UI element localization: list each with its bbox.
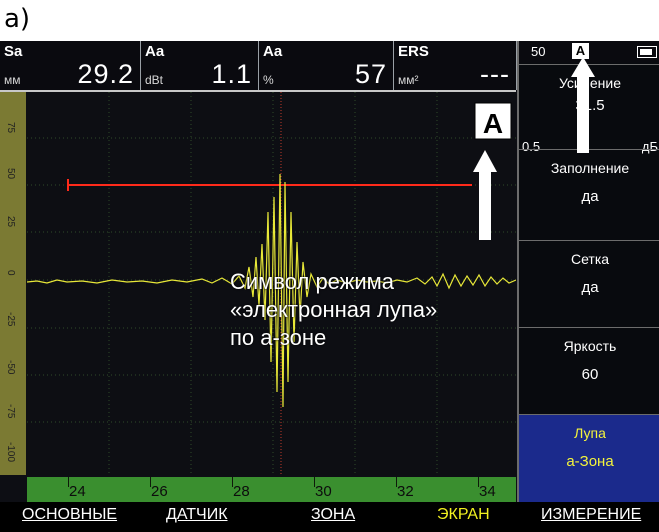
zoom-label: Лупа [574,425,606,441]
annotation-callout: Символ режима «электронная лупа» по а-зо… [230,268,520,352]
brightness-value: 60 [581,366,599,383]
fill-setting[interactable]: Заполнение да [519,149,659,241]
brightness-setting[interactable]: Яркость 60 [519,327,659,414]
measurement-value: 29.2 [77,59,134,89]
x-tick-label: 28 [233,483,250,500]
y-tick-label: 0 [5,270,16,276]
menu-measurement[interactable]: ИЗМЕРЕНИЕ [541,506,641,524]
grid-label: Сетка [570,251,610,267]
grid-value: да [581,279,599,296]
measurement-name: Aa [145,43,165,60]
measurement-unit: dBt [145,73,164,87]
callout-line: по а-зоне [230,325,327,350]
measurement-value: 57 [354,59,387,89]
side-panel: 50 A Усиление 31.5 0.5 дБ Заполнение да … [517,41,659,503]
menu-zone[interactable]: ЗОНА [311,506,355,524]
callout-line: «электронная лупа» [230,297,438,322]
fill-value: да [581,188,599,205]
y-axis-scale: 75 50 25 0 -25 -50 -75 -100 [0,92,26,475]
measurement-aa-percent: Aa % 57 [259,41,394,90]
grid-setting[interactable]: Сетка да [519,240,659,327]
y-tick-label: 75 [5,122,16,134]
y-tick-label: -100 [5,442,16,463]
x-tick-label: 30 [315,483,332,500]
zoom-mode-symbol: A [483,108,503,139]
measurement-aa-db: Aa dBt 1.1 [141,41,259,90]
callout-line: Символ режима [230,269,395,294]
measurement-value: 1.1 [211,59,252,89]
menu-basic[interactable]: ОСНОВНЫЕ [22,506,117,524]
callout-arrow-head-icon [473,150,497,172]
y-tick-label: -75 [5,404,16,419]
measurement-unit: мм [4,73,21,87]
zoom-setting[interactable]: Лупа а-Зона [519,414,659,503]
figure-label: а) [4,4,31,34]
x-tick-label: 34 [479,483,496,500]
brightness-label: Яркость [563,338,617,354]
measurement-name: Sa [4,43,23,60]
x-axis-scale: 24 26 28 30 32 34 [27,477,516,502]
x-tick-label: 26 [151,483,168,500]
measurement-unit: мм² [398,73,419,87]
measurement-ers: ERS мм² --- [394,41,517,90]
y-tick-label: 25 [5,216,16,228]
menu-screen[interactable]: ЭКРАН [437,506,490,524]
x-tick-label: 32 [397,483,414,500]
measurement-sa: Sa мм 29.2 [0,41,141,90]
battery-icon [637,46,657,58]
y-tick-label: -25 [5,312,16,327]
bottom-menu: ОСНОВНЫЕ ДАТЧИК ЗОНА ЭКРАН ИЗМЕРЕНИЕ [0,502,659,532]
measurement-unit: % [263,73,274,87]
menu-probe[interactable]: ДАТЧИК [166,506,228,524]
y-tick-label: 50 [5,168,16,180]
zoom-value: а-Зона [566,453,614,470]
gain-step-indicator: 50 [531,44,546,59]
y-tick-label: -50 [5,360,16,375]
callout-arrow-shaft [479,172,491,240]
fill-label: Заполнение [550,160,630,176]
measurement-value: --- [480,59,510,89]
side-arrow-svg [571,57,595,153]
x-tick-label: 24 [69,483,86,500]
measurement-name: Aa [263,43,283,60]
measurement-name: ERS [398,43,429,60]
